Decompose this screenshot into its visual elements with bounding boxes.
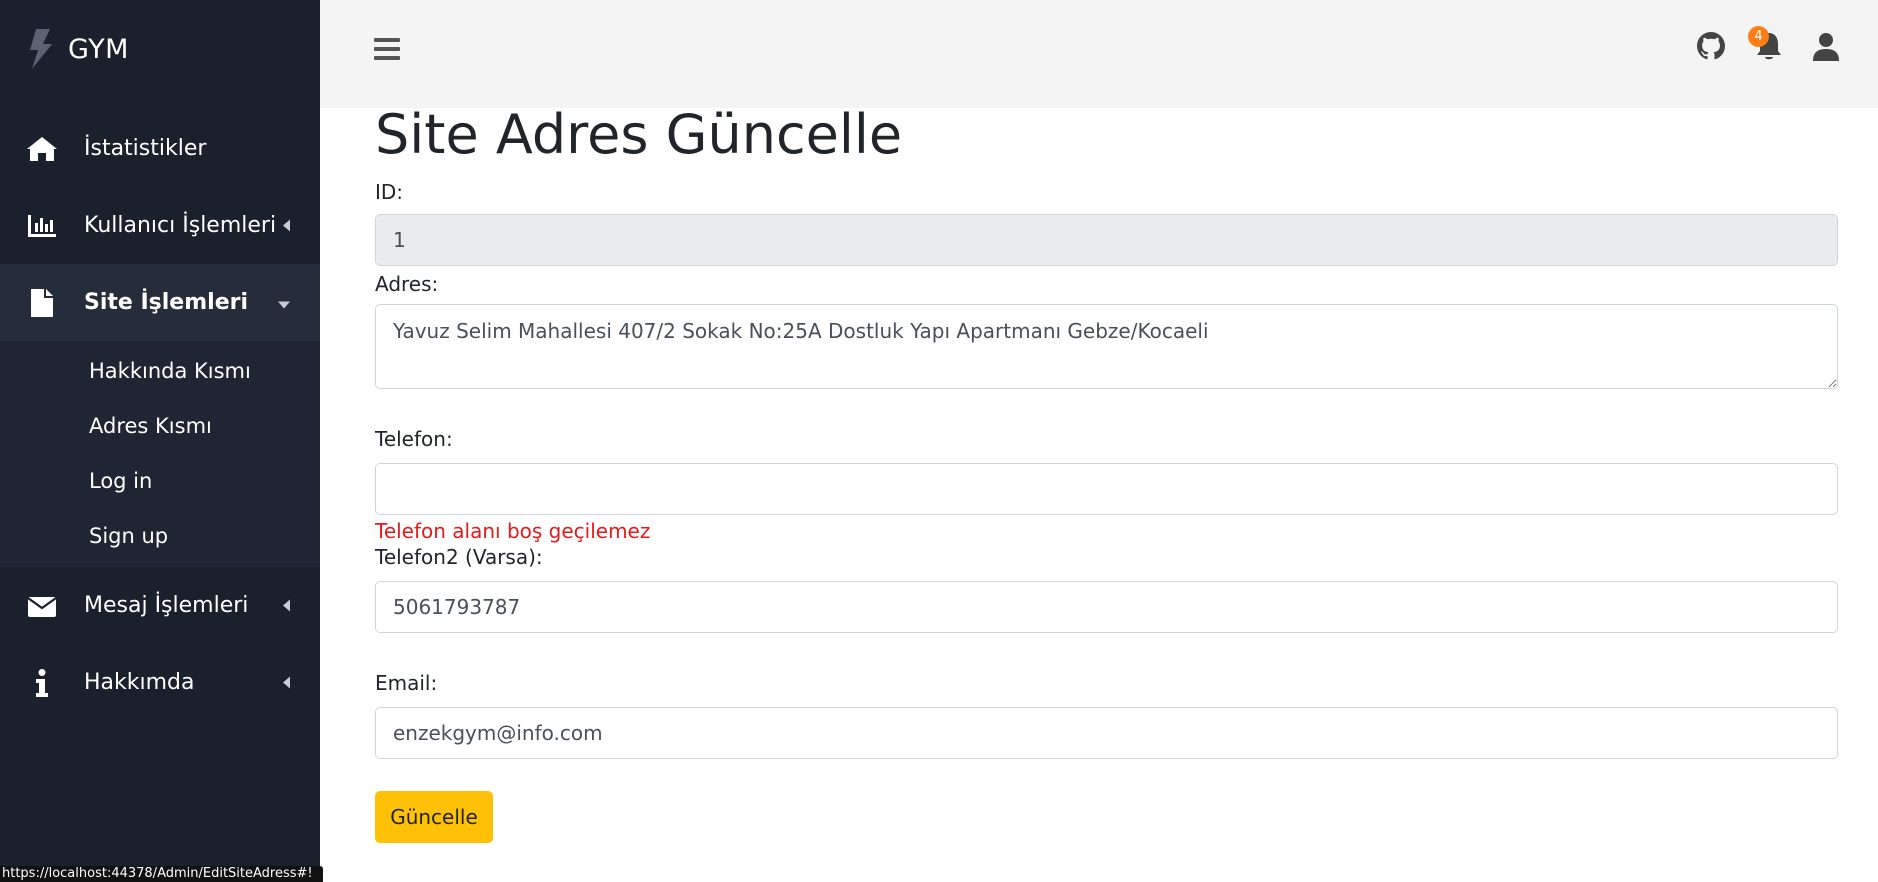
sidebar-item-label: İstatistikler — [84, 136, 207, 161]
sidebar-item-label: Hakkımda — [84, 670, 195, 695]
sidebar-item-label: Kullanıcı İşlemleri — [84, 213, 277, 238]
submenu-item-sign-up[interactable]: Sign up — [0, 508, 320, 563]
page-title: Site Adres Güncelle — [375, 103, 903, 166]
address-label: Adres: — [375, 272, 439, 296]
sidebar-item-user-operations[interactable]: Kullanıcı İşlemleri — [0, 187, 320, 264]
envelope-icon — [0, 595, 84, 617]
phone2-input[interactable] — [375, 581, 1838, 633]
info-icon — [0, 668, 84, 697]
home-icon — [0, 136, 84, 162]
site-operations-submenu: Hakkında Kısmı Adres Kısmı Log in Sign u… — [0, 341, 320, 567]
email-input[interactable] — [375, 707, 1838, 759]
chart-bar-icon — [0, 214, 84, 238]
id-field — [375, 214, 1838, 266]
brand-name: GYM — [68, 33, 129, 65]
top-navbar — [320, 0, 1878, 108]
sidebar-item-site-operations[interactable]: Site İşlemleri — [0, 264, 320, 341]
update-button[interactable]: Güncelle — [375, 791, 493, 843]
phone2-label: Telefon2 (Varsa): — [375, 545, 543, 569]
phone-input[interactable] — [375, 463, 1838, 515]
email-label: Email: — [375, 671, 438, 695]
sidebar: GYM İstatistikler Kullanıcı İşlemleri Si… — [0, 0, 320, 882]
brand-link[interactable]: GYM — [0, 0, 320, 98]
phone-label: Telefon: — [375, 427, 453, 451]
status-bar-url: https://localhost:44378/Admin/EditSiteAd… — [0, 866, 323, 882]
caret-down-icon — [278, 293, 290, 312]
caret-left-icon — [283, 596, 290, 615]
submenu-item-log-in[interactable]: Log in — [0, 453, 320, 508]
sidebar-item-label: Mesaj İşlemleri — [84, 593, 249, 618]
sidebar-item-statistics[interactable]: İstatistikler — [0, 110, 320, 187]
submenu-item-about-section[interactable]: Hakkında Kısmı — [0, 343, 320, 398]
sidebar-item-about-me[interactable]: Hakkımda — [0, 644, 320, 721]
github-icon[interactable] — [1697, 32, 1725, 64]
caret-left-icon — [283, 673, 290, 692]
user-icon[interactable] — [1812, 32, 1840, 66]
file-icon — [0, 288, 84, 317]
submenu-item-address-section[interactable]: Adres Kısmı — [0, 398, 320, 453]
main-content: Site Adres Güncelle ID: Adres: Yavuz Sel… — [375, 108, 1838, 843]
phone-error-message: Telefon alanı boş geçilemez — [375, 519, 651, 543]
notification-count-badge: 4 — [1748, 26, 1769, 47]
id-label: ID: — [375, 180, 404, 204]
sidebar-item-message-operations[interactable]: Mesaj İşlemleri — [0, 567, 320, 644]
bolt-icon — [28, 29, 54, 69]
sidebar-item-label: Site İşlemleri — [84, 290, 249, 315]
caret-left-icon — [283, 216, 290, 235]
hamburger-menu-icon[interactable] — [374, 37, 400, 65]
address-textarea[interactable]: Yavuz Selim Mahallesi 407/2 Sokak No:25A… — [375, 304, 1838, 389]
